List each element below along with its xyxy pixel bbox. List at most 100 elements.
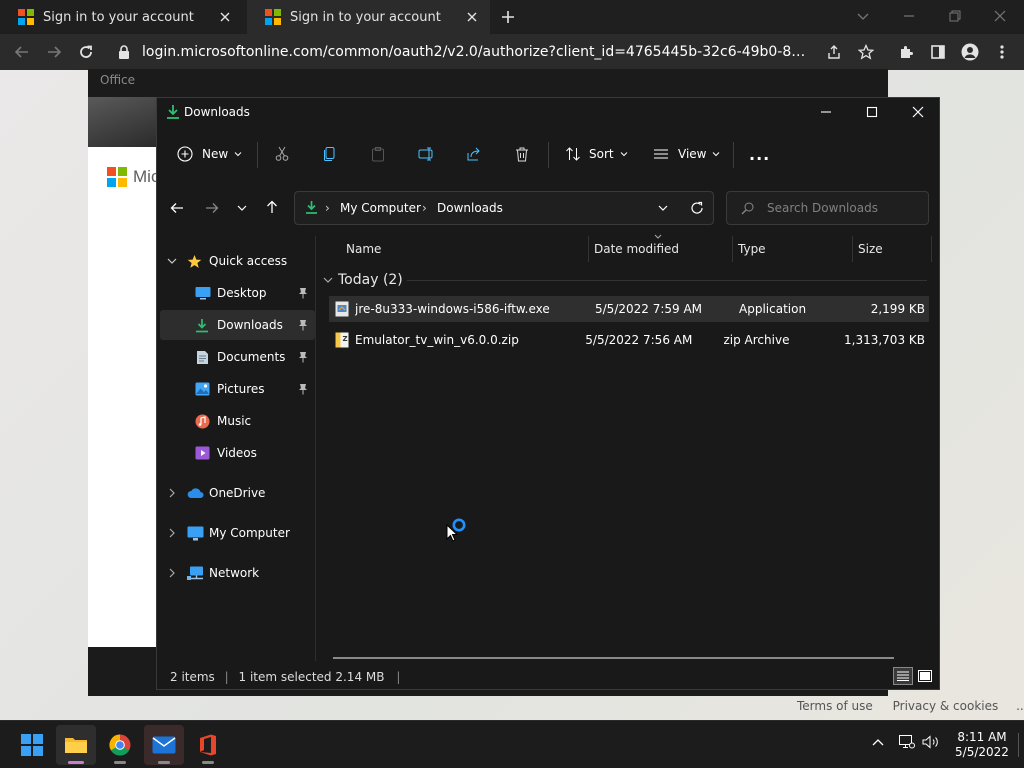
more-options-link[interactable]: ... <box>1016 699 1024 713</box>
tiles-view-toggle[interactable] <box>915 667 935 685</box>
column-divider[interactable] <box>852 236 853 262</box>
horizontal-scrollbar[interactable] <box>333 657 894 659</box>
forward-icon[interactable] <box>40 34 68 70</box>
tab-close-icon[interactable] <box>217 9 233 25</box>
recent-locations-chevron-icon[interactable] <box>237 203 247 213</box>
side-panel-icon[interactable] <box>924 34 952 70</box>
view-button[interactable]: View <box>653 136 720 172</box>
profile-avatar-icon[interactable] <box>956 34 984 70</box>
address-bar[interactable]: › My Computer › Downloads <box>294 191 714 225</box>
nav-downloads[interactable]: Downloads <box>160 310 315 340</box>
extensions-puzzle-icon[interactable] <box>892 34 920 70</box>
nav-videos[interactable]: Videos <box>160 438 315 468</box>
show-hidden-icons-chevron-icon[interactable] <box>872 738 884 746</box>
chevron-down-icon <box>323 275 333 285</box>
back-arrow-icon[interactable] <box>170 201 184 215</box>
new-button[interactable]: New <box>177 136 242 172</box>
system-clock[interactable]: 8:11 AM 5/5/2022 <box>950 730 1014 760</box>
nav-network[interactable]: Network <box>160 558 315 588</box>
taskbar-chrome[interactable] <box>100 725 140 765</box>
delete-button[interactable] <box>514 136 530 172</box>
nav-my-computer[interactable]: My Computer <box>160 518 315 548</box>
nav-label: My Computer <box>209 526 290 540</box>
new-label: New <box>202 147 229 161</box>
browser-tab-2[interactable]: Sign in to your account <box>247 0 490 34</box>
column-header-name[interactable]: Name <box>346 242 381 256</box>
bookmark-star-icon[interactable] <box>852 34 880 70</box>
address-dropdown-chevron-icon[interactable] <box>658 204 668 212</box>
share-icon[interactable] <box>820 34 848 70</box>
picture-icon <box>195 382 210 396</box>
footer-links: Terms of use Privacy & cookies ... <box>797 699 1024 713</box>
chevron-down-icon <box>234 150 242 158</box>
restore-icon[interactable] <box>948 9 962 23</box>
volume-icon[interactable] <box>922 735 940 749</box>
minimize-icon[interactable] <box>902 9 916 23</box>
breadcrumb-my-computer[interactable]: My Computer <box>340 201 421 215</box>
column-divider[interactable] <box>588 236 589 262</box>
network-status-icon[interactable] <box>899 735 915 749</box>
taskbar-file-explorer[interactable] <box>56 725 96 765</box>
rename-button[interactable] <box>418 136 436 172</box>
column-header-size[interactable]: Size <box>858 242 883 256</box>
pin-icon[interactable] <box>298 383 308 395</box>
back-icon[interactable] <box>8 34 36 70</box>
star-icon <box>187 254 202 269</box>
cut-button[interactable] <box>274 136 290 172</box>
browser-tab-1[interactable]: Sign in to your account <box>0 0 243 34</box>
taskbar-mail[interactable] <box>144 725 184 765</box>
pane-divider[interactable] <box>315 236 316 661</box>
column-header-date-modified[interactable]: Date modified <box>594 242 679 256</box>
column-divider[interactable] <box>931 236 932 262</box>
close-icon[interactable] <box>895 98 941 126</box>
taskbar: 8:11 AM 5/5/2022 <box>0 720 1024 768</box>
nav-pictures[interactable]: Pictures <box>160 374 315 404</box>
maximize-icon[interactable] <box>849 98 895 126</box>
terms-of-use-link[interactable]: Terms of use <box>797 699 873 713</box>
privacy-cookies-link[interactable]: Privacy & cookies <box>893 699 999 713</box>
pin-icon[interactable] <box>298 351 308 363</box>
address-bar-url[interactable]: login.microsoftonline.com/common/oauth2/… <box>142 42 814 62</box>
column-divider[interactable] <box>732 236 733 262</box>
more-options-button[interactable]: ... <box>749 136 770 172</box>
details-view-toggle[interactable] <box>893 667 913 685</box>
nav-desktop[interactable]: Desktop <box>160 278 315 308</box>
sort-arrows-icon <box>565 146 581 162</box>
minimize-icon[interactable] <box>803 98 849 126</box>
table-row[interactable]: jre-8u333-windows-i586-iftw.exe 5/5/2022… <box>329 296 929 322</box>
nav-quick-access[interactable]: Quick access <box>160 246 315 276</box>
running-indicator <box>158 761 170 764</box>
lock-icon[interactable] <box>118 45 130 59</box>
reload-icon[interactable] <box>72 34 100 70</box>
nav-label: Documents <box>217 350 286 364</box>
search-downloads-input[interactable]: Search Downloads <box>726 191 929 225</box>
table-row[interactable]: Z Emulator_tv_win_v6.0.0.zip 5/5/2022 7:… <box>329 327 929 353</box>
copy-button[interactable] <box>322 136 338 172</box>
share-button[interactable] <box>466 136 482 172</box>
forward-arrow-icon[interactable] <box>205 201 219 215</box>
nav-documents[interactable]: Documents <box>160 342 315 372</box>
video-icon <box>195 446 210 460</box>
taskbar-office[interactable] <box>188 725 228 765</box>
refresh-icon[interactable] <box>690 201 704 215</box>
group-header-today[interactable]: Today (2) <box>323 272 403 288</box>
trash-icon <box>514 146 530 162</box>
tab-search-icon[interactable] <box>856 9 870 23</box>
pin-icon[interactable] <box>298 287 308 299</box>
close-window-icon[interactable] <box>993 9 1007 23</box>
start-button[interactable] <box>12 725 52 765</box>
show-desktop-button[interactable] <box>1018 733 1019 757</box>
mail-icon <box>152 736 176 754</box>
new-tab-icon[interactable] <box>500 9 516 25</box>
up-arrow-icon[interactable] <box>265 200 279 214</box>
paste-button[interactable] <box>370 136 386 172</box>
pin-icon[interactable] <box>298 319 308 331</box>
sort-button[interactable]: Sort <box>565 136 628 172</box>
column-header-type[interactable]: Type <box>738 242 766 256</box>
nav-onedrive[interactable]: OneDrive <box>160 478 315 508</box>
paste-icon <box>370 146 386 162</box>
nav-music[interactable]: Music <box>160 406 315 436</box>
browser-menu-icon[interactable] <box>988 34 1016 70</box>
breadcrumb-downloads[interactable]: Downloads <box>437 201 503 215</box>
tab-close-icon[interactable] <box>464 9 480 25</box>
